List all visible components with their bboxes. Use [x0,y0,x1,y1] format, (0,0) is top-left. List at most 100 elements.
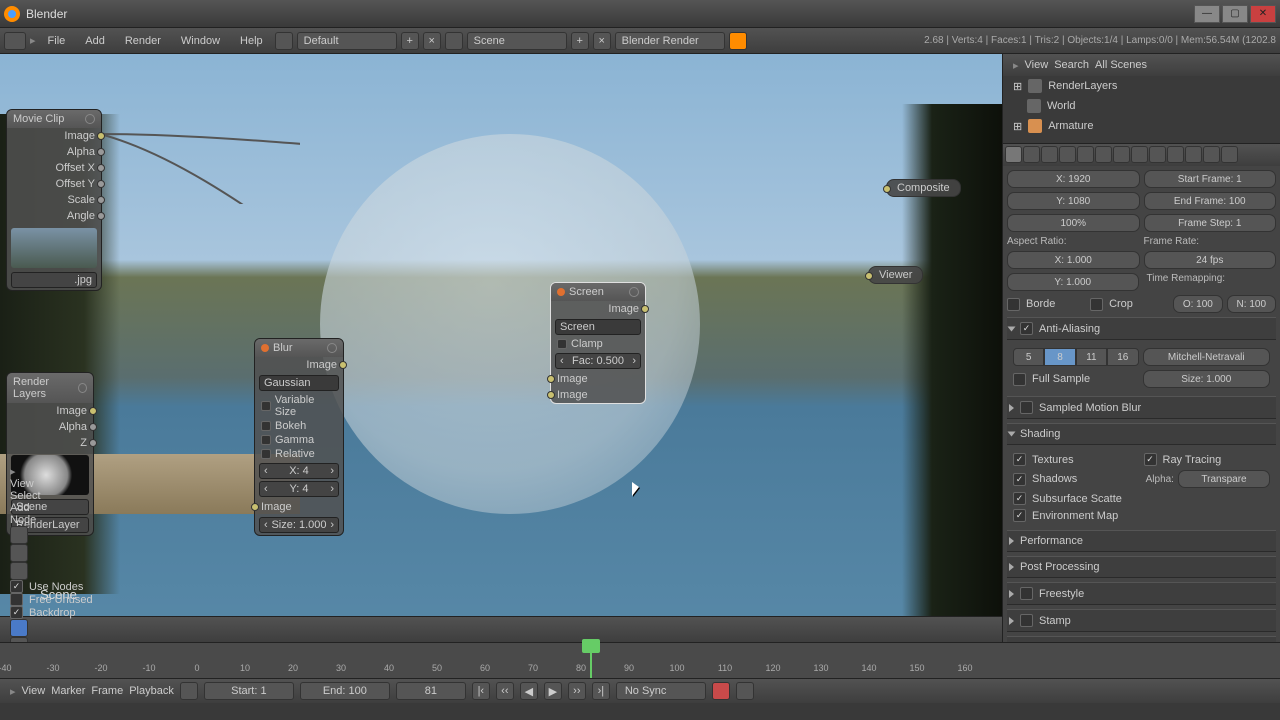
texture-tree-icon[interactable] [10,562,28,580]
menu-frame[interactable]: Frame [91,685,123,697]
resolution-x-field[interactable]: X: 1920 [1007,170,1140,188]
node-editor[interactable]: Movie Clip Image Alpha Offset X Offset Y… [0,54,1002,642]
end-frame-field[interactable]: End: 100 [300,682,390,700]
start-frame-field[interactable]: Start: 1 [204,682,294,700]
remove-scene-button[interactable]: × [593,32,611,50]
blur-size-field[interactable]: ‹Size: 1.000› [259,517,339,533]
backdrop-channel-icon[interactable] [10,619,28,637]
aa-size-field[interactable]: Size: 1.000 [1143,370,1271,388]
blend-mode-dropdown[interactable]: Screen [555,319,641,335]
close-button[interactable]: ✕ [1250,5,1276,23]
aspect-y-field[interactable]: Y: 1.000 [1007,273,1139,291]
outliner-view[interactable]: View [1025,59,1049,71]
input-socket[interactable] [251,503,259,511]
node-mix-screen[interactable]: Screen Image Screen Clamp ‹Fac: 0.500› I… [550,282,646,404]
menu-help[interactable]: Help [232,35,271,47]
free-unused-checkbox[interactable]: Free Unused [10,593,93,606]
physics-tab-icon[interactable] [1221,146,1238,163]
keyframe-next-icon[interactable]: ›› [568,682,586,700]
node-blur[interactable]: Blur Image Gaussian Variable Size Bokeh … [254,338,344,536]
menu-add[interactable]: Add [77,35,113,47]
record-icon[interactable] [712,682,730,700]
clamp-checkbox[interactable]: Clamp [551,337,645,351]
menu-file[interactable]: File [40,35,74,47]
backdrop-channel-icon[interactable] [10,637,28,642]
resolution-y-field[interactable]: Y: 1080 [1007,192,1140,210]
blur-y-field[interactable]: ‹Y: 4› [259,481,339,497]
menu-add[interactable]: Add [10,502,93,514]
aa-5-button[interactable]: 5 [1013,348,1044,366]
blender-org-icon[interactable] [729,32,747,50]
clip-format-field[interactable]: .jpg [11,272,97,288]
shadows-checkbox[interactable]: Shadows [1013,470,1142,488]
output-socket[interactable] [89,423,97,431]
alpha-mode-dropdown[interactable]: Transpare [1178,470,1270,488]
menu-node[interactable]: Node [10,514,93,526]
output-socket[interactable] [97,148,105,156]
scene-tab-icon[interactable] [1041,146,1058,163]
remove-layout-button[interactable]: × [423,32,441,50]
play-reverse-icon[interactable]: ◀ [520,682,538,700]
relative-checkbox[interactable]: Relative [255,447,343,461]
jump-end-icon[interactable]: ›| [592,682,610,700]
render-engine-dropdown[interactable]: Blender Render [615,32,725,50]
editor-type-icon[interactable] [4,32,26,50]
scene-dropdown[interactable]: Scene [467,32,567,50]
full-sample-checkbox[interactable]: Full Sample [1013,370,1139,388]
subsurface-checkbox[interactable]: Subsurface Scatte [1013,492,1270,505]
aa-filter-dropdown[interactable]: Mitchell-Netravali [1143,348,1271,366]
collapse-icon[interactable] [327,343,337,353]
particles-tab-icon[interactable] [1203,146,1220,163]
keyframe-prev-icon[interactable]: ‹‹ [496,682,514,700]
input-socket[interactable] [547,391,555,399]
textures-checkbox[interactable]: Textures [1013,453,1140,466]
output-socket[interactable] [89,439,97,447]
blur-x-field[interactable]: ‹X: 4› [259,463,339,479]
aspect-x-field[interactable]: X: 1.000 [1007,251,1140,269]
screen-layout-icon[interactable] [275,32,293,50]
add-scene-button[interactable]: + [571,32,589,50]
end-frame-field[interactable]: End Frame: 100 [1144,192,1277,210]
world-tree-icon[interactable] [10,544,28,562]
aa-11-button[interactable]: 11 [1076,348,1107,366]
motion-blur-panel[interactable]: Sampled Motion Blur [1007,396,1276,419]
start-frame-field[interactable]: Start Frame: 1 [1144,170,1277,188]
outliner-item[interactable]: ⊞Armature [1003,116,1280,136]
object-tab-icon[interactable] [1077,146,1094,163]
collapse-icon[interactable] [78,383,87,393]
output-socket[interactable] [97,212,105,220]
output-panel[interactable]: Output [1007,636,1276,642]
performance-panel[interactable]: Performance [1007,530,1276,552]
menu-view[interactable]: View [10,478,93,490]
material-tab-icon[interactable] [1167,146,1184,163]
play-icon[interactable]: ▶ [544,682,562,700]
output-socket[interactable] [97,164,105,172]
menu-select[interactable]: Select [10,490,93,502]
fps-dropdown[interactable]: 24 fps [1144,251,1277,269]
outliner-search[interactable]: Search [1054,59,1089,71]
collapse-icon[interactable] [85,114,95,124]
current-frame-field[interactable]: 81 [396,682,466,700]
menu-window[interactable]: Window [173,35,228,47]
render-tab-icon[interactable] [1005,146,1022,163]
raytracing-checkbox[interactable]: Ray Tracing [1144,453,1271,466]
remap-new-field[interactable]: N: 100 [1227,295,1276,313]
timeline-ruler[interactable]: -40-30-20-100102030405060708090100110120… [0,643,1280,679]
texture-tab-icon[interactable] [1185,146,1202,163]
outliner-item[interactable]: ⊞RenderLayers [1003,76,1280,96]
frame-step-field[interactable]: Frame Step: 1 [1144,214,1277,232]
backdrop-checkbox[interactable]: Backdrop [10,606,93,619]
sync-dropdown[interactable]: No Sync [616,682,706,700]
node-movie-clip[interactable]: Movie Clip Image Alpha Offset X Offset Y… [6,109,102,291]
node-viewer[interactable]: Viewer [868,266,923,284]
add-layout-button[interactable]: + [401,32,419,50]
anti-aliasing-panel[interactable]: Anti-Aliasing [1007,317,1276,340]
bokeh-checkbox[interactable]: Bokeh [255,419,343,433]
maximize-button[interactable]: ▢ [1222,5,1248,23]
output-socket[interactable] [97,196,105,204]
jump-start-icon[interactable]: |‹ [472,682,490,700]
menu-view[interactable]: View [22,685,46,697]
outliner-filter-dropdown[interactable]: All Scenes [1095,59,1276,71]
outliner-item[interactable]: World [1003,96,1280,116]
environment-map-checkbox[interactable]: Environment Map [1013,509,1270,522]
